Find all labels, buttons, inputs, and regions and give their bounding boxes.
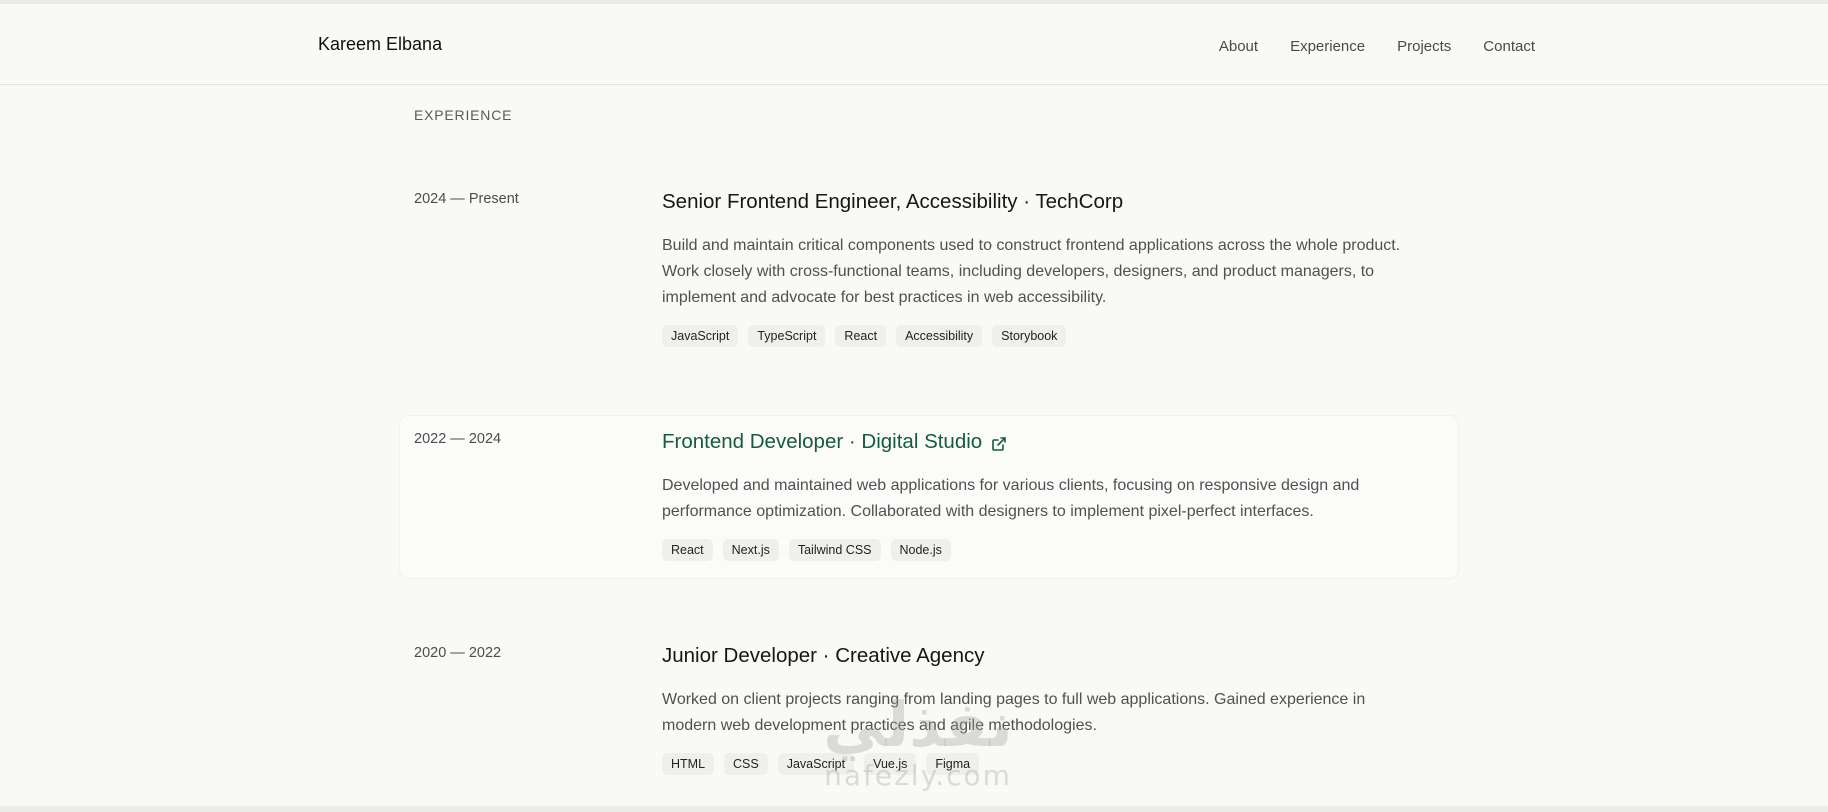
tag: JavaScript	[662, 325, 739, 347]
tag: HTML	[662, 753, 715, 775]
job-body: Senior Frontend Engineer, Accessibility …	[662, 190, 1422, 347]
job-description: Worked on client projects ranging from l…	[662, 691, 1366, 734]
job-title-text: Frontend Developer · Digital Studio	[662, 430, 983, 453]
tag: React	[662, 539, 713, 561]
tag: Storybook	[992, 325, 1067, 347]
tag: CSS	[724, 753, 768, 775]
tag: JavaScript	[777, 753, 855, 775]
experience-item[interactable]: 2024 — Present Senior Frontend Engineer,…	[400, 176, 1458, 376]
main-nav: About Experience Projects Contact	[1187, 38, 1535, 55]
job-period: 2022 — 2024	[414, 431, 502, 447]
tag: Figma	[926, 753, 980, 775]
section-label-experience: EXPERIENCE	[414, 107, 513, 123]
job-title-link[interactable]: Frontend Developer · Digital Studio	[662, 430, 1422, 454]
job-tags: React Next.js Tailwind CSS Node.js	[662, 539, 1422, 561]
job-tags: JavaScript TypeScript React Accessibilit…	[662, 325, 1422, 347]
job-period: 2024 — Present	[414, 191, 519, 207]
nav-projects[interactable]: Projects	[1397, 38, 1451, 55]
job-tags: HTML CSS JavaScript Vue.js Figma	[662, 753, 1422, 775]
nav-contact[interactable]: Contact	[1483, 38, 1535, 55]
job-title-text: Senior Frontend Engineer, Accessibility …	[662, 190, 1124, 213]
tag: Tailwind CSS	[788, 539, 881, 561]
nav-experience[interactable]: Experience	[1290, 38, 1365, 55]
tag: Next.js	[722, 539, 779, 561]
tag: Vue.js	[864, 753, 917, 775]
job-description: Developed and maintained web application…	[662, 477, 1360, 520]
job-title-text: Junior Developer · Creative Agency	[662, 644, 985, 667]
tag: Node.js	[890, 539, 951, 561]
nav-about[interactable]: About	[1219, 38, 1258, 55]
job-period: 2020 — 2022	[414, 645, 502, 661]
external-link-icon	[991, 434, 1007, 451]
experience-item-highlighted[interactable]: 2022 — 2024 Frontend Developer · Digital…	[400, 416, 1458, 578]
job-title[interactable]: Senior Frontend Engineer, Accessibility …	[662, 190, 1422, 214]
tag: Accessibility	[896, 325, 983, 347]
bottom-divider	[0, 806, 1828, 812]
site-header: Kareem Elbana About Experience Projects …	[0, 0, 1828, 85]
job-body: Junior Developer · Creative Agency Worke…	[662, 644, 1422, 775]
job-title[interactable]: Junior Developer · Creative Agency	[662, 644, 1422, 668]
tag: TypeScript	[748, 325, 826, 347]
site-brand[interactable]: Kareem Elbana	[318, 34, 442, 55]
tag: React	[835, 325, 887, 347]
job-body: Frontend Developer · Digital Studio Deve…	[662, 430, 1422, 561]
experience-item[interactable]: 2020 — 2022 Junior Developer · Creative …	[400, 630, 1458, 800]
job-description: Build and maintain critical components u…	[662, 237, 1401, 306]
